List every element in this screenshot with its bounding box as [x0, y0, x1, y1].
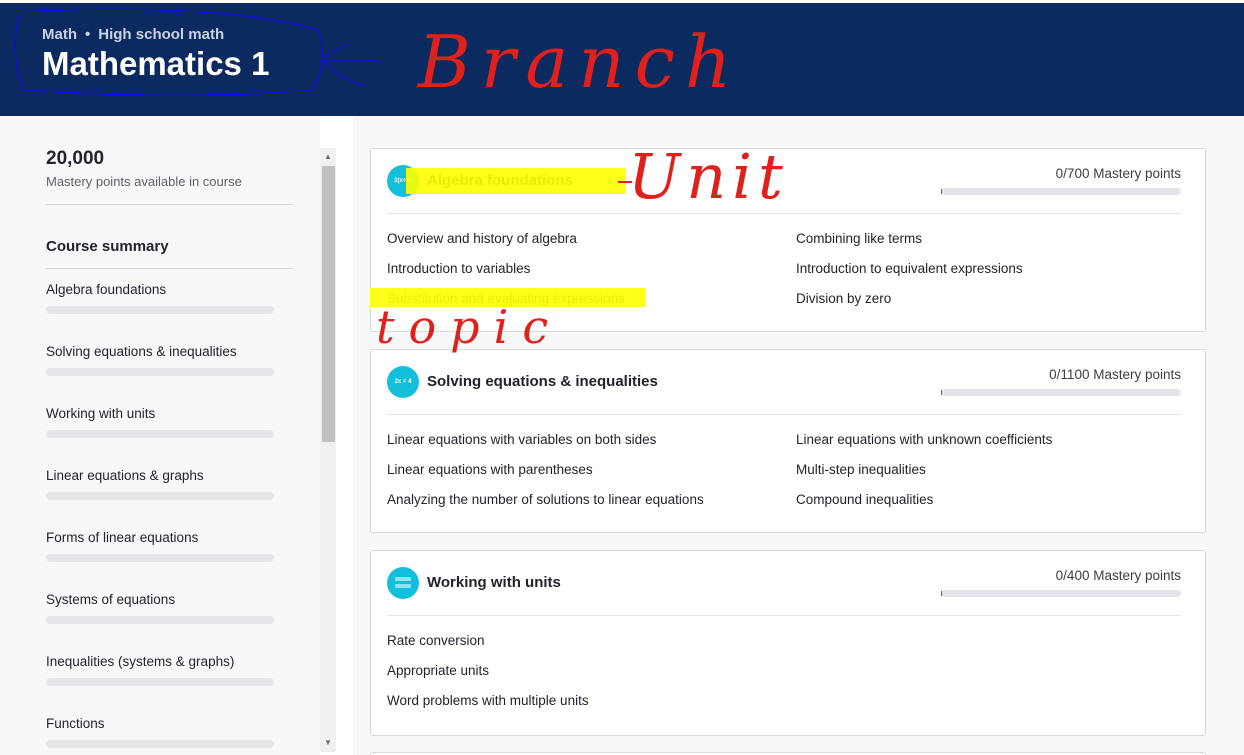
mastery-progress-bar: [941, 188, 1181, 195]
sidebar-progress-bar: [46, 616, 274, 624]
topic-link[interactable]: Analyzing the number of solutions to lin…: [387, 492, 704, 507]
sidebar-progress-bar: [46, 554, 274, 562]
sidebar-item-label: Solving equations & inequalities: [46, 344, 237, 359]
breadcrumb-high-school-math-link[interactable]: High school math: [98, 26, 224, 43]
unit-title-link[interactable]: Algebra foundations: [427, 172, 573, 189]
mastery-progress-bar: [941, 590, 1181, 597]
topic-link[interactable]: Word problems with multiple units: [387, 693, 589, 708]
unit-title-link[interactable]: Solving equations & inequalities: [427, 373, 658, 390]
unit-card-solving-equations: 2x = 4 Solving equations & inequalities …: [370, 349, 1206, 533]
sidebar-progress-bar: [46, 306, 274, 314]
breadcrumb-math-link[interactable]: Math: [42, 26, 77, 43]
sidebar-item-label: Functions: [46, 716, 105, 731]
units-icon-graphic: [395, 577, 411, 588]
mastery-points: 0/1100 Mastery points: [1049, 367, 1181, 382]
topic-link[interactable]: Introduction to variables: [387, 261, 530, 276]
sidebar-item-solving-equations[interactable]: Solving equations & inequalities: [46, 344, 286, 376]
unit-card-working-with-units: Working with units 0/400 Mastery points …: [370, 550, 1206, 736]
topic-link[interactable]: Linear equations with unknown coefficien…: [796, 432, 1052, 447]
course-header: Math • High school math Mathematics 1: [0, 3, 1244, 116]
sidebar-progress-bar: [46, 740, 274, 748]
sidebar-progress-bar: [46, 430, 274, 438]
card-divider: [387, 414, 1181, 415]
card-divider: [387, 213, 1181, 214]
mastery-points: 0/700 Mastery points: [1055, 166, 1181, 181]
topic-link[interactable]: Multi-step inequalities: [796, 462, 926, 477]
units-list: ▲ 2(x+3) Algebra foundations 0/700 Maste…: [353, 116, 1244, 755]
sidebar-item-working-with-units[interactable]: Working with units: [46, 406, 286, 438]
sidebar-scroll-thumb[interactable]: [322, 166, 335, 442]
breadcrumb: Math • High school math: [42, 26, 224, 43]
topic-link[interactable]: Linear equations with parentheses: [387, 462, 593, 477]
topic-link[interactable]: Overview and history of algebra: [387, 231, 577, 246]
course-summary-heading: Course summary: [46, 238, 169, 255]
mastery-progress-bar: [941, 389, 1181, 396]
sidebar-progress-bar: [46, 492, 274, 500]
sidebar-item-functions[interactable]: Functions: [46, 716, 286, 748]
sidebar-item-label: Working with units: [46, 406, 156, 421]
course-sidebar: 20,000 Mastery points available in cours…: [0, 116, 320, 755]
card-divider: [387, 615, 1181, 616]
sidebar-progress-bar: [46, 368, 274, 376]
topic-link[interactable]: Substitution and evaluating expressions: [387, 291, 625, 306]
page-title: Mathematics 1: [42, 45, 270, 82]
scroll-down-arrow-icon[interactable]: ▼: [320, 736, 336, 750]
topic-link[interactable]: Linear equations with variables on both …: [387, 432, 656, 447]
algebra-expression-icon: 2(x+3): [387, 165, 419, 197]
breadcrumb-separator: •: [85, 26, 91, 43]
sidebar-divider: [46, 204, 294, 205]
sidebar-progress-bar: [46, 678, 274, 686]
topic-link[interactable]: Rate conversion: [387, 633, 485, 648]
sidebar-item-forms-of-linear-equations[interactable]: Forms of linear equations: [46, 530, 286, 562]
sidebar-item-systems-of-equations[interactable]: Systems of equations: [46, 592, 286, 624]
topic-link[interactable]: Introduction to equivalent expressions: [796, 261, 1023, 276]
sidebar-item-linear-equations-graphs[interactable]: Linear equations & graphs: [46, 468, 286, 500]
unit-title-link[interactable]: Working with units: [427, 574, 561, 591]
sidebar-item-label: Linear equations & graphs: [46, 468, 204, 483]
topic-link[interactable]: Combining like terms: [796, 231, 922, 246]
sidebar-item-label: Algebra foundations: [46, 282, 167, 297]
sidebar-item-label: Inequalities (systems & graphs): [46, 654, 235, 669]
sidebar-item-label: Forms of linear equations: [46, 530, 199, 545]
topic-link[interactable]: Appropriate units: [387, 663, 489, 678]
unit-card-algebra-foundations: 2(x+3) Algebra foundations 0/700 Mastery…: [370, 148, 1206, 332]
topic-link[interactable]: Division by zero: [796, 291, 891, 306]
mastery-points: 0/400 Mastery points: [1055, 568, 1181, 583]
mastery-points-total: 20,000: [46, 148, 105, 169]
sidebar-item-label: Systems of equations: [46, 592, 176, 607]
sidebar-item-algebra-foundations[interactable]: Algebra foundations: [46, 282, 286, 314]
equation-icon: 2x = 4: [387, 366, 419, 398]
sidebar-item-inequalities[interactable]: Inequalities (systems & graphs): [46, 654, 286, 686]
units-icon: [387, 567, 419, 599]
sidebar-divider: [46, 268, 294, 269]
scroll-up-arrow-icon[interactable]: ▲: [320, 150, 336, 164]
mastery-points-caption: Mastery points available in course: [46, 174, 242, 189]
topic-link[interactable]: Compound inequalities: [796, 492, 933, 507]
